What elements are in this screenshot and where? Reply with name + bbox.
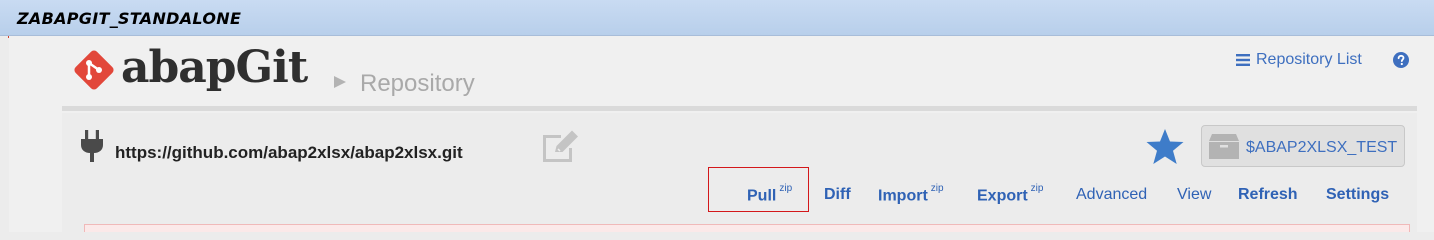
brand-name[interactable]: abapGit (121, 40, 308, 96)
diff-label: Diff (824, 186, 851, 203)
error-message-panel (84, 224, 1410, 232)
package-box-icon (1209, 134, 1239, 159)
pull-label: Pull (747, 187, 777, 205)
question-circle-icon[interactable] (1393, 52, 1409, 68)
star-icon[interactable] (1145, 128, 1185, 166)
window-title: ZABAPGIT_STANDALONE (17, 9, 242, 28)
import-label: Import (878, 187, 928, 205)
view-label: View (1177, 186, 1212, 203)
window-titlebar: ZABAPGIT_STANDALONE (0, 0, 1434, 36)
triangle-right-icon (334, 76, 346, 88)
export-zip-sup: zip (1030, 183, 1044, 194)
edit-icon[interactable] (541, 128, 581, 164)
refresh-label: Refresh (1238, 186, 1298, 203)
settings-label: Settings (1326, 186, 1390, 203)
import-zip-link[interactable]: Import zip (878, 183, 944, 205)
abapgit-logo-icon (74, 50, 114, 90)
hamburger-menu-icon (1236, 54, 1250, 66)
pull-zip-sup: zip (779, 183, 793, 194)
advanced-label: Advanced (1076, 186, 1148, 203)
header-divider (62, 106, 1417, 111)
import-zip-sup: zip (930, 183, 944, 194)
package-badge[interactable]: $ABAP2XLSX_TEST (1201, 125, 1405, 167)
settings-link[interactable]: Settings (1326, 186, 1389, 204)
refresh-link[interactable]: Refresh (1238, 186, 1298, 204)
view-menu[interactable]: View (1177, 186, 1211, 204)
export-zip-link[interactable]: Export zip (977, 183, 1044, 205)
repository-list-link[interactable]: Repository List (1236, 51, 1362, 69)
repository-list-label: Repository List (1256, 51, 1362, 68)
breadcrumb-current: Repository (360, 70, 475, 97)
advanced-menu[interactable]: Advanced (1076, 186, 1147, 204)
repository-url[interactable]: https://github.com/abap2xlsx/abap2xlsx.g… (115, 143, 463, 163)
plug-icon (81, 130, 103, 162)
package-name: $ABAP2XLSX_TEST (1246, 139, 1398, 156)
export-label: Export (977, 187, 1028, 205)
diff-link[interactable]: Diff (824, 186, 851, 204)
pull-zip-link[interactable]: Pull zip (747, 183, 793, 205)
